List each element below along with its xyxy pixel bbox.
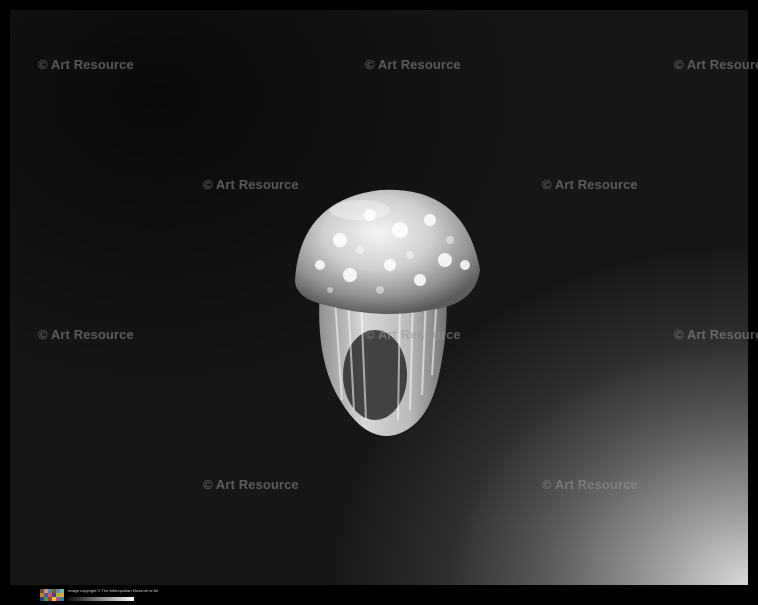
watermark-text: © Art Resource [365,327,461,342]
watermark-text: © Art Resource [38,327,134,342]
watermark-text: © Art Resource [674,57,758,72]
watermark-text: © Art Resource [365,57,461,72]
watermark-text: © Art Resource [203,477,299,492]
photo [10,10,748,585]
copyright-text: Image copyright © The Metropolitan Museu… [68,588,159,593]
watermark-text: © Art Resource [203,177,299,192]
footer: Image copyright © The Metropolitan Museu… [0,585,758,605]
watermark-text: © Art Resource [38,57,134,72]
watermark-text: © Art Resource [542,477,638,492]
watermark-text: © Art Resource [542,177,638,192]
watermark-text: © Art Resource [674,327,758,342]
crystal-ring-image [295,189,480,436]
grayscale-bar [68,597,134,601]
color-calibration-icon [40,589,64,601]
